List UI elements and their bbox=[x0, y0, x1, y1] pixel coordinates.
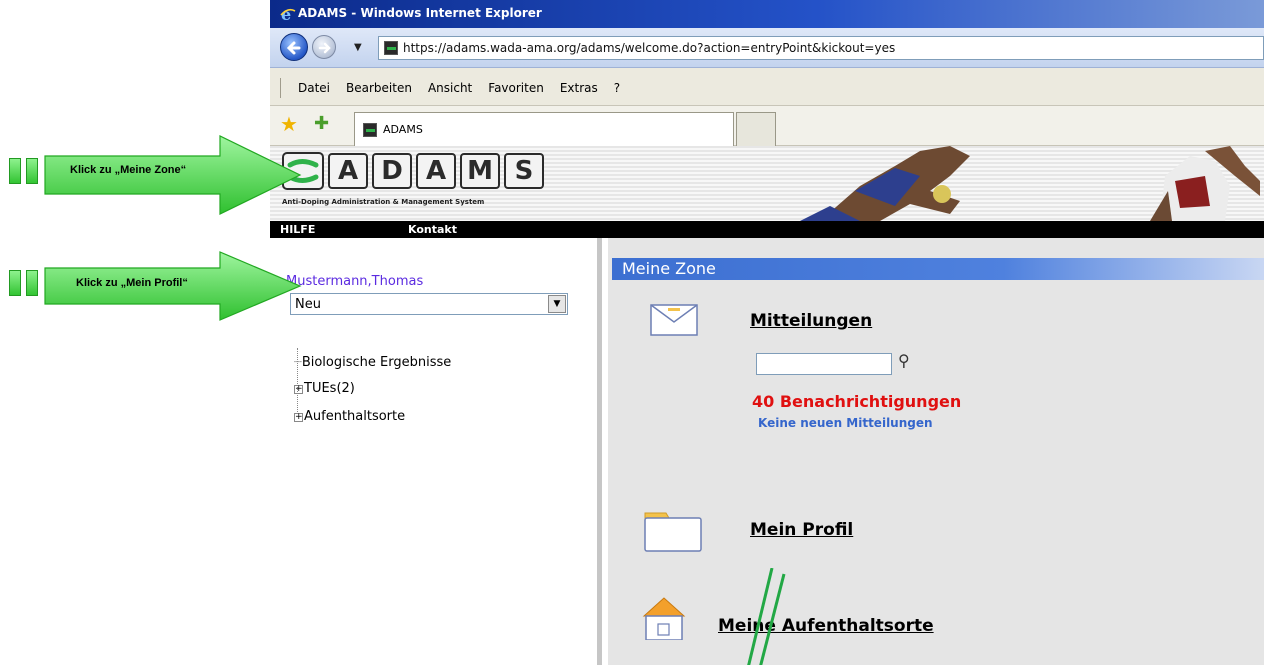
athlete-photo bbox=[1150, 146, 1260, 221]
no-new-messages-link[interactable]: Keine neuen Mitteilungen bbox=[758, 416, 933, 430]
tree-item-label: Biologische Ergebnisse bbox=[301, 355, 452, 370]
search-icon[interactable]: ⚲ bbox=[898, 351, 910, 370]
callout-bar bbox=[26, 270, 38, 296]
page-title: Meine Zone bbox=[622, 259, 716, 278]
tree-item-tues[interactable]: +TUEs(2) bbox=[294, 381, 355, 396]
my-profile-link[interactable]: Mein Profil bbox=[750, 520, 853, 540]
tab-adams[interactable]: ADAMS bbox=[354, 112, 734, 146]
annotation-lines bbox=[747, 568, 786, 665]
browser-window: e ADAMS - Windows Internet Explorer ▼ ht… bbox=[270, 0, 1264, 665]
envelope-icon[interactable] bbox=[650, 304, 698, 336]
menu-tools[interactable]: Extras bbox=[560, 81, 598, 95]
adams-page: A D A M S Anti-Doping Administration & M… bbox=[270, 146, 1264, 665]
callout-mein-profil: Klick zu „Mein Profil“ bbox=[6, 250, 306, 322]
ie-logo-icon: e bbox=[280, 6, 296, 22]
expand-plus-icon[interactable]: + bbox=[294, 413, 303, 422]
sidebar: Mustermann,Thomas Neu ▼ ┈Biologische Erg… bbox=[270, 238, 602, 665]
add-favorite-icon[interactable]: ✚ bbox=[314, 114, 329, 134]
tab-title: ADAMS bbox=[383, 123, 423, 136]
site-tagline: Anti-Doping Administration & Management … bbox=[282, 198, 485, 206]
arrow-left-icon bbox=[286, 41, 301, 55]
logo-letter: D bbox=[372, 153, 412, 189]
section-header: Meine Zone bbox=[612, 258, 1264, 280]
title-bar: e ADAMS - Windows Internet Explorer bbox=[270, 0, 1264, 28]
logo-letter: M bbox=[460, 153, 500, 189]
callout-label: Klick zu „Mein Profil“ bbox=[76, 277, 188, 289]
window-title: ADAMS - Windows Internet Explorer bbox=[298, 6, 542, 20]
callout-bar bbox=[9, 158, 21, 184]
tree-branch: ┈ bbox=[294, 355, 302, 370]
logo-letter: A bbox=[328, 153, 368, 189]
nav-contact-link[interactable]: Kontakt bbox=[408, 223, 457, 236]
menu-bar: Datei Bearbeiten Ansicht Favoriten Extra… bbox=[270, 68, 1264, 106]
messages-search-input[interactable] bbox=[756, 353, 892, 375]
menu-help[interactable]: ? bbox=[614, 81, 620, 95]
folder-icon[interactable] bbox=[644, 512, 702, 552]
expand-plus-icon[interactable]: + bbox=[294, 385, 303, 394]
history-dropdown-icon[interactable]: ▼ bbox=[354, 42, 362, 53]
menu-favorites[interactable]: Favoriten bbox=[488, 81, 544, 95]
address-toolbar: ▼ https://adams.wada-ama.org/adams/welco… bbox=[270, 28, 1264, 68]
logo-letter: S bbox=[504, 153, 544, 189]
site-nav-bar: HILFE Kontakt bbox=[270, 221, 1264, 238]
nav-help-link[interactable]: HILFE bbox=[280, 223, 315, 236]
logo-letter: A bbox=[416, 153, 456, 189]
new-tab-button[interactable] bbox=[736, 112, 776, 146]
site-favicon-icon bbox=[384, 41, 398, 55]
messages-link[interactable]: Mitteilungen bbox=[750, 311, 872, 331]
hurdler-photo bbox=[800, 146, 970, 221]
back-button[interactable] bbox=[280, 33, 308, 61]
tree-item-label: TUEs(2) bbox=[304, 381, 355, 396]
forward-button[interactable] bbox=[312, 35, 336, 59]
callout-label: Klick zu „Meine Zone“ bbox=[70, 164, 187, 176]
callout-bar bbox=[9, 270, 21, 296]
menu-file[interactable]: Datei bbox=[298, 81, 330, 95]
chevron-down-icon[interactable]: ▼ bbox=[548, 295, 566, 313]
menu-view[interactable]: Ansicht bbox=[428, 81, 472, 95]
user-name-link[interactable]: Mustermann,Thomas bbox=[286, 274, 423, 289]
tab-favicon-icon bbox=[363, 123, 377, 137]
favorites-star-icon[interactable]: ★ bbox=[280, 114, 298, 134]
role-select[interactable]: Neu ▼ bbox=[290, 293, 568, 315]
main-content: Meine Zone Mitteilungen ⚲ 40 Benachricht… bbox=[607, 238, 1264, 665]
address-field[interactable]: https://adams.wada-ama.org/adams/welcome… bbox=[378, 36, 1264, 60]
toolbar-grip bbox=[280, 78, 282, 98]
notifications-count[interactable]: 40 Benachrichtigungen bbox=[752, 392, 961, 411]
tree-item-label: Aufenthaltsorte bbox=[304, 409, 406, 424]
tree-item-whereabouts[interactable]: +Aufenthaltsorte bbox=[294, 409, 405, 424]
site-banner: A D A M S Anti-Doping Administration & M… bbox=[270, 146, 1264, 221]
url-text: https://adams.wada-ama.org/adams/welcome… bbox=[403, 41, 896, 55]
callout-bar bbox=[26, 158, 38, 184]
menu-edit[interactable]: Bearbeiten bbox=[346, 81, 412, 95]
callout-meine-zone: Klick zu „Meine Zone“ bbox=[6, 134, 306, 216]
tree-item-biological-results[interactable]: ┈Biologische Ergebnisse bbox=[294, 355, 451, 370]
tab-bar: ★ ✚ ADAMS bbox=[270, 106, 1264, 146]
arrow-right-icon bbox=[318, 42, 331, 54]
